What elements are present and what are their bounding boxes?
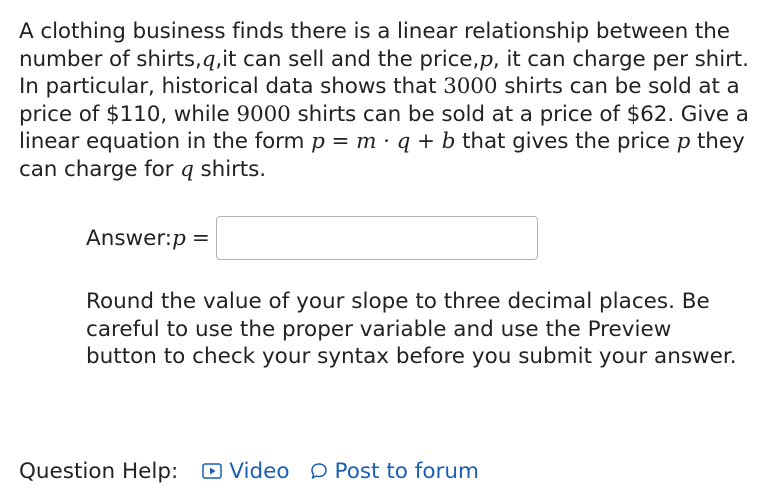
video-link[interactable]: Video [202, 458, 290, 484]
formula-equals: = [324, 129, 357, 154]
answer-label: Answer: [86, 225, 173, 251]
video-link-label: Video [229, 458, 290, 484]
problem-text-part: shirts. [193, 156, 267, 182]
var-q: q [180, 156, 194, 182]
speech-bubble-icon [310, 463, 327, 479]
problem-text-part: ,it can sell and the price, [215, 46, 480, 72]
formula-plus: + [410, 129, 442, 154]
var-q: q [201, 46, 216, 72]
answer-row: Answer: p = [86, 214, 538, 262]
var-p: p [676, 129, 691, 154]
var-p: p [479, 46, 493, 72]
problem-text: A clothing business finds there is a lin… [19, 18, 749, 183]
question-help-label: Question Help: [19, 458, 179, 484]
formula-q: q [396, 129, 411, 154]
instructions-note: Round the value of your slope to three d… [86, 289, 737, 369]
formula-b: b [441, 129, 456, 154]
forum-link-label: Post to forum [334, 458, 479, 484]
answer-variable: p [172, 225, 186, 251]
quantity-2: 9000 [236, 101, 291, 127]
formula-m: m [356, 129, 377, 154]
answer-equals: = [191, 225, 210, 251]
answer-input[interactable] [215, 216, 538, 260]
formula-p: p [311, 129, 325, 154]
video-icon [202, 463, 223, 479]
problem-text-part: that gives the price [455, 129, 677, 154]
question-help: Question Help: Video Post to forum [19, 457, 479, 485]
forum-link[interactable]: Post to forum [310, 459, 479, 484]
quantity-1: 3000 [443, 74, 498, 99]
formula-dot: · [376, 129, 397, 154]
